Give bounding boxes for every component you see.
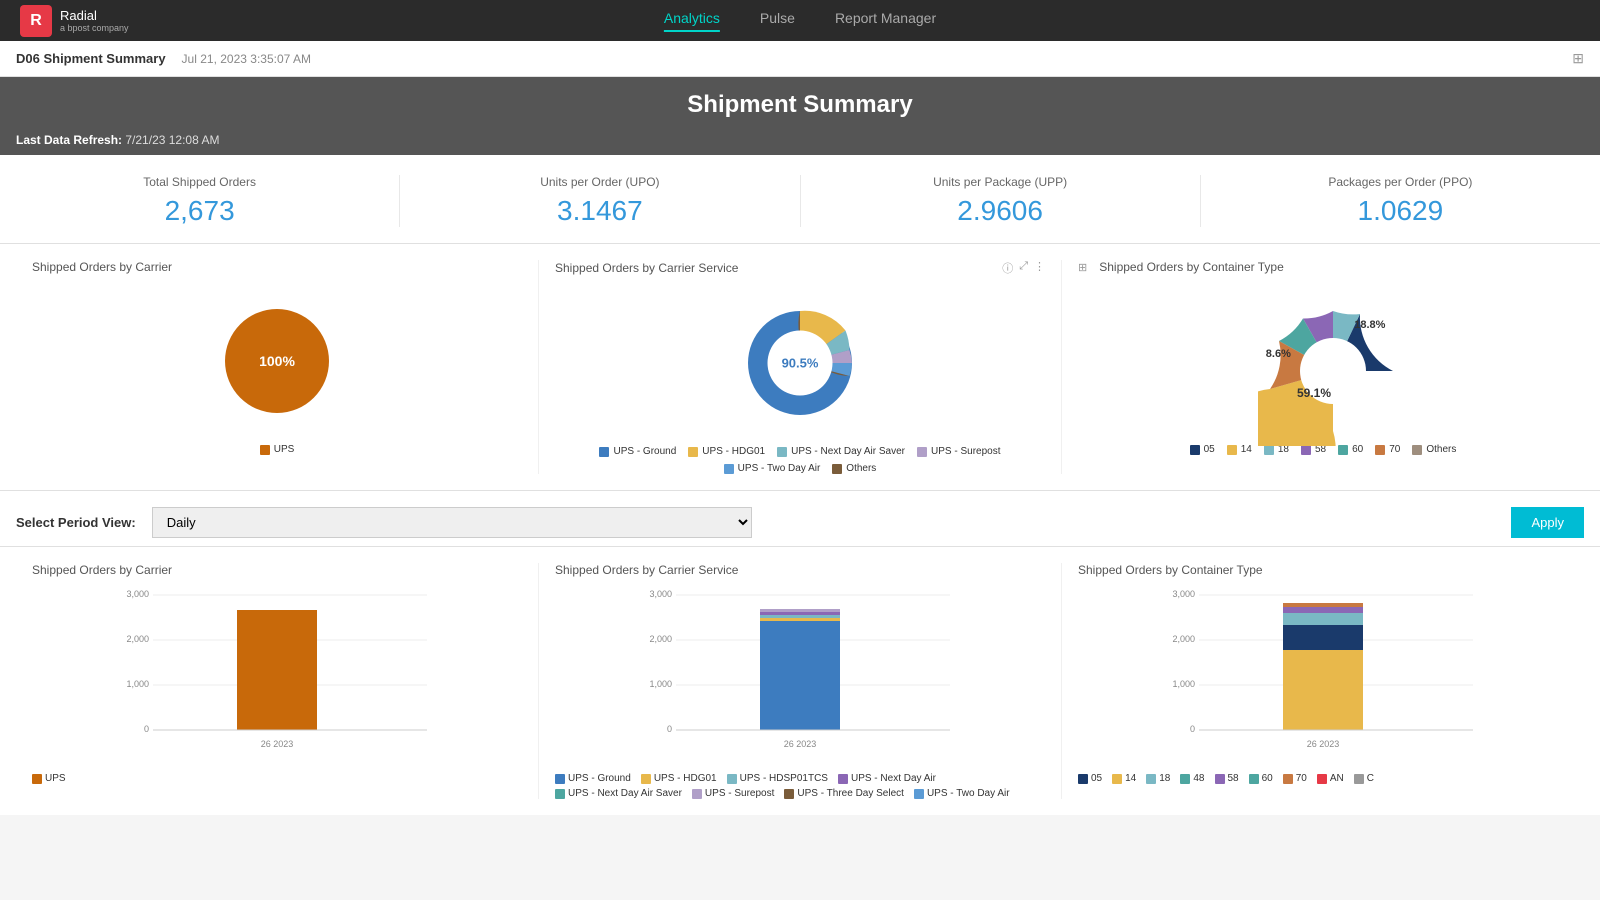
breadcrumb-title: D06 Shipment Summary: [16, 51, 166, 66]
kpi-upp: Units per Package (UPP) 2.9606: [801, 175, 1201, 227]
svg-text:2,000: 2,000: [1172, 634, 1195, 644]
svg-text:3,000: 3,000: [649, 589, 672, 599]
carrier-service-legend: UPS - Ground UPS - HDG01 UPS - Next Day …: [555, 446, 1045, 474]
svg-text:2,000: 2,000: [649, 634, 672, 644]
kpi-total-shipped: Total Shipped Orders 2,673: [0, 175, 400, 227]
last-refresh-value: 7/21/23 12:08 AM: [125, 133, 219, 147]
nav-report-manager[interactable]: Report Manager: [835, 10, 936, 32]
kpi-upo: Units per Order (UPO) 3.1467: [400, 175, 800, 227]
container-type-bar-panel: Shipped Orders by Container Type 3,000 2…: [1062, 563, 1584, 799]
svg-text:0: 0: [667, 724, 672, 734]
breadcrumb-icon: ⊞: [1572, 50, 1584, 67]
nav-links: Analytics Pulse Report Manager: [664, 10, 936, 32]
container-type-pie-chart: 18.8% 8.6% 59.1%: [1258, 296, 1388, 426]
container-type-pie-container: 18.8% 8.6% 59.1% 05 14 18 58 60 70 Other…: [1078, 286, 1568, 455]
carrier-service-bar-chart: 3,000 2,000 1,000 0 26 2023: [555, 585, 1045, 765]
kpi-value-3: 1.0629: [1201, 195, 1600, 227]
container-pct-1: 18.8%: [1354, 319, 1385, 331]
nav-pulse[interactable]: Pulse: [760, 10, 795, 32]
last-refresh-label: Last Data Refresh:: [16, 133, 122, 147]
kpi-value-1: 3.1467: [400, 195, 799, 227]
logo-icon: R: [20, 5, 52, 37]
container-type-bar-legend: 05 14 18 48 58 60 70 AN C: [1078, 773, 1568, 784]
svg-text:26 2023: 26 2023: [784, 739, 817, 749]
svg-text:0: 0: [144, 724, 149, 734]
container-type-bar-title: Shipped Orders by Container Type: [1078, 563, 1568, 577]
carrier-bar-chart: 3,000 2,000 1,000 0 26 2023: [32, 585, 522, 765]
svg-text:1,000: 1,000: [649, 679, 672, 689]
kpi-value-2: 2.9606: [801, 195, 1200, 227]
carrier-service-bar-panel: Shipped Orders by Carrier Service 3,000 …: [539, 563, 1062, 799]
carrier-pie-label: 100%: [259, 353, 295, 369]
logo-name: Radial: [60, 8, 129, 24]
carrier-service-pie-title: Shipped Orders by Carrier Service ⓘ ⤢ ⋮: [555, 260, 1045, 276]
kpi-label-1: Units per Order (UPO): [400, 175, 799, 189]
carrier-pie-container: 100% UPS: [32, 286, 522, 455]
carrier-bar-title: Shipped Orders by Carrier: [32, 563, 522, 577]
carrier-service-bar-title: Shipped Orders by Carrier Service: [555, 563, 1045, 577]
legend-ups: UPS: [260, 444, 295, 455]
expand-icon[interactable]: ⤢: [1019, 260, 1028, 276]
svg-text:1,000: 1,000: [126, 679, 149, 689]
carrier-service-pie-container: 90.5% UPS - Ground UPS - HDG01 UPS - Nex…: [555, 288, 1045, 474]
kpi-label-0: Total Shipped Orders: [0, 175, 399, 189]
container-type-pie-panel: ⊞ Shipped Orders by Container Type: [1062, 260, 1584, 474]
pie-charts-row: Shipped Orders by Carrier 100% UPS Shipp…: [0, 244, 1600, 491]
carrier-service-bar-legend: UPS - Ground UPS - HDG01 UPS - HDSP01TCS…: [555, 773, 1045, 799]
info-icon[interactable]: ⓘ: [1002, 260, 1013, 276]
top-nav: R Radial a bpost company Analytics Pulse…: [0, 0, 1600, 41]
breadcrumb-date: Jul 21, 2023 3:35:07 AM: [182, 52, 311, 66]
svg-text:1,000: 1,000: [1172, 679, 1195, 689]
carrier-pie-chart: 100%: [212, 296, 342, 426]
apply-button[interactable]: Apply: [1511, 507, 1584, 538]
logo-sub: a bpost company: [60, 23, 129, 33]
carrier-service-pie-chart: 90.5%: [735, 298, 865, 428]
period-select[interactable]: Daily Weekly Monthly: [152, 507, 752, 538]
kpi-section: Total Shipped Orders 2,673 Units per Ord…: [0, 155, 1600, 244]
carrier-service-pie-label: 90.5%: [782, 356, 819, 371]
data-refresh-bar: Last Data Refresh: 7/21/23 12:08 AM: [0, 129, 1600, 155]
logo: R Radial a bpost company: [20, 5, 129, 37]
container-type-bar-chart: 3,000 2,000 1,000 0 26 2023: [1078, 585, 1568, 765]
svg-text:26 2023: 26 2023: [261, 739, 294, 749]
logo-text: Radial a bpost company: [60, 8, 129, 34]
container-type-pie-title: ⊞ Shipped Orders by Container Type: [1078, 260, 1568, 274]
more-icon[interactable]: ⋮: [1034, 260, 1045, 276]
bar-charts-row: Shipped Orders by Carrier 3,000 2,000 1,…: [0, 547, 1600, 815]
svg-text:2,000: 2,000: [126, 634, 149, 644]
carrier-pie-title: Shipped Orders by Carrier: [32, 260, 522, 274]
carrier-legend: UPS: [260, 444, 295, 455]
svg-text:26 2023: 26 2023: [1307, 739, 1340, 749]
svg-text:3,000: 3,000: [126, 589, 149, 599]
carrier-bar-legend: UPS: [32, 773, 522, 784]
period-section: Select Period View: Daily Weekly Monthly…: [0, 491, 1600, 547]
report-title: Shipment Summary: [0, 91, 1600, 119]
report-header: Shipment Summary: [0, 77, 1600, 129]
container-pct-2: 8.6%: [1266, 348, 1291, 360]
breadcrumb-bar: D06 Shipment Summary Jul 21, 2023 3:35:0…: [0, 41, 1600, 77]
nav-analytics[interactable]: Analytics: [664, 10, 720, 32]
container-pct-3: 59.1%: [1297, 386, 1331, 400]
kpi-label-3: Packages per Order (PPO): [1201, 175, 1600, 189]
kpi-value-0: 2,673: [0, 195, 399, 227]
carrier-service-pie-panel: Shipped Orders by Carrier Service ⓘ ⤢ ⋮: [539, 260, 1062, 474]
chart-icons: ⓘ ⤢ ⋮: [1002, 260, 1045, 276]
kpi-label-2: Units per Package (UPP): [801, 175, 1200, 189]
period-label: Select Period View:: [16, 515, 136, 530]
kpi-ppo: Packages per Order (PPO) 1.0629: [1201, 175, 1600, 227]
svg-text:0: 0: [1190, 724, 1195, 734]
carrier-pie-panel: Shipped Orders by Carrier 100% UPS: [16, 260, 539, 474]
svg-text:3,000: 3,000: [1172, 589, 1195, 599]
carrier-bar-panel: Shipped Orders by Carrier 3,000 2,000 1,…: [16, 563, 539, 799]
